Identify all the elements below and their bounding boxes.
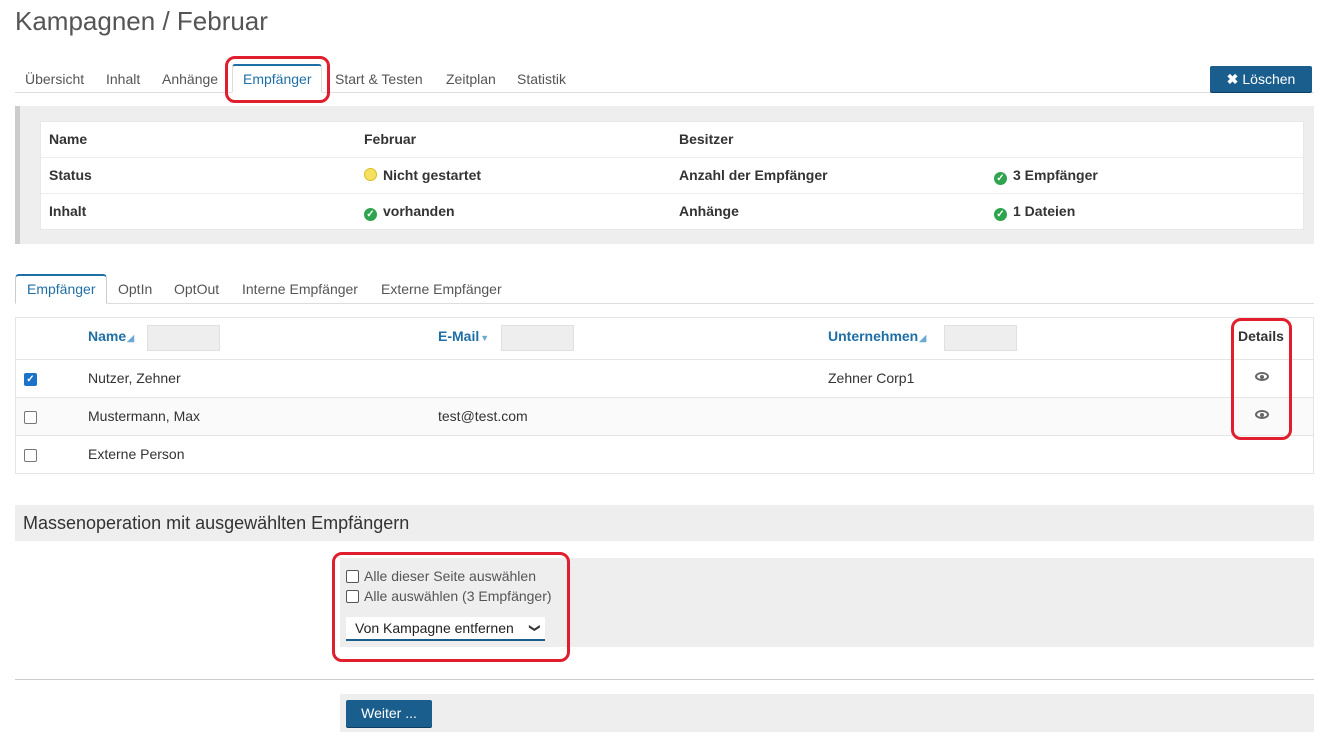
attachments-value: ✓ 1 Dateien: [994, 194, 1075, 229]
info-row: Inhalt ✓ vorhanden Anhänge ✓ 1 Dateien: [41, 194, 1303, 229]
column-name[interactable]: Name◢: [88, 318, 134, 359]
campaign-info-table: Name Februar Besitzer Status Nicht gesta…: [40, 121, 1304, 230]
status-label: Status: [49, 167, 92, 183]
sort-icon: ◢: [127, 333, 135, 343]
recipient-count-label: Anzahl der Empfänger: [679, 167, 828, 183]
name-filter-input[interactable]: [147, 325, 220, 351]
info-row: Status Nicht gestartet Anzahl der Empfän…: [41, 158, 1303, 194]
subtab-optout[interactable]: OptOut: [163, 274, 230, 303]
mass-operation-title: Massenoperation mit ausgewählten Empfäng…: [23, 513, 410, 533]
delete-label: Löschen: [1242, 71, 1296, 87]
divider: [15, 679, 1314, 680]
company-filter-input[interactable]: [944, 325, 1017, 351]
tab-recipients[interactable]: Empfänger: [232, 64, 323, 93]
row-checkbox[interactable]: [24, 449, 37, 462]
tab-overview[interactable]: Übersicht: [15, 64, 94, 92]
table-row: Externe Person: [16, 436, 1313, 473]
recipient-name: Nutzer, Zehner: [88, 370, 181, 386]
select-page-option[interactable]: Alle dieser Seite auswählen: [346, 567, 536, 585]
tab-schedule[interactable]: Zeitplan: [436, 64, 506, 92]
footer-panel: Weiter ...: [340, 694, 1314, 732]
status-value: Nicht gestartet: [364, 158, 481, 193]
email-filter-input[interactable]: [501, 325, 574, 351]
sort-desc-icon: ▼: [480, 333, 490, 343]
column-company[interactable]: Unternehmen◢: [828, 318, 926, 359]
tab-content[interactable]: Inhalt: [96, 64, 150, 92]
table-row: ✓ Nutzer, Zehner Zehner Corp1: [16, 360, 1313, 398]
tab-attachments[interactable]: Anhänge: [152, 64, 228, 92]
mass-operation-header: Massenoperation mit ausgewählten Empfäng…: [15, 505, 1314, 541]
recipients-table: Name◢ E-Mail▼ Unternehmen◢ Details ✓ Nut…: [15, 317, 1314, 474]
sort-icon: ◢: [919, 333, 927, 343]
name-value: Februar: [364, 131, 417, 147]
subtab-internal[interactable]: Interne Empfänger: [231, 274, 369, 303]
row-checkbox[interactable]: ✓: [24, 373, 37, 386]
name-label: Name: [49, 131, 88, 147]
recipient-company: Zehner Corp1: [828, 370, 915, 386]
row-checkbox[interactable]: [24, 411, 37, 424]
campaign-info-panel: Name Februar Besitzer Status Nicht gesta…: [15, 106, 1314, 244]
content-value: ✓ vorhanden: [364, 194, 455, 229]
table-row: Mustermann, Max test@test.com: [16, 398, 1313, 436]
eye-icon[interactable]: [1255, 410, 1269, 419]
delete-button[interactable]: ✖ Löschen: [1210, 66, 1312, 92]
close-icon: ✖: [1226, 71, 1239, 87]
mass-operation-panel: Alle dieser Seite auswählen Alle auswähl…: [340, 558, 1314, 647]
eye-icon[interactable]: [1255, 372, 1269, 381]
subtab-external[interactable]: Externe Empfänger: [370, 274, 513, 303]
tab-start-test[interactable]: Start & Testen: [325, 64, 433, 92]
recipient-name: Externe Person: [88, 446, 185, 462]
subtab-optin[interactable]: OptIn: [107, 274, 163, 303]
check-circle-icon: ✓: [994, 208, 1007, 221]
subtab-recipients[interactable]: Empfänger: [15, 274, 108, 304]
tab-statistics[interactable]: Statistik: [507, 64, 576, 92]
info-row: Name Februar Besitzer: [41, 122, 1303, 158]
select-page-checkbox[interactable]: [346, 570, 359, 583]
recipient-subtabs: Empfänger OptIn OptOut Interne Empfänger…: [15, 274, 1314, 304]
check-circle-icon: ✓: [364, 208, 377, 221]
status-pending-icon: [364, 168, 377, 181]
recipient-email: test@test.com: [438, 408, 528, 424]
attachments-label: Anhänge: [679, 203, 739, 219]
operation-select[interactable]: Von Kampagne entfernen ❯: [346, 617, 545, 641]
content-label: Inhalt: [49, 203, 87, 219]
chevron-down-icon: ❯: [528, 623, 541, 633]
select-all-checkbox[interactable]: [346, 590, 359, 603]
recipient-count-value: ✓ 3 Empfänger: [994, 158, 1098, 193]
main-tabs: Übersicht Inhalt Anhänge Empfänger Start…: [15, 64, 1314, 93]
table-header: Name◢ E-Mail▼ Unternehmen◢ Details: [16, 318, 1313, 360]
column-details: Details: [1238, 328, 1284, 344]
select-all-option[interactable]: Alle auswählen (3 Empfänger): [346, 587, 552, 605]
page-title: Kampagnen / Februar: [15, 6, 268, 36]
recipient-name: Mustermann, Max: [88, 408, 201, 424]
column-email[interactable]: E-Mail▼: [438, 318, 489, 359]
check-circle-icon: ✓: [994, 172, 1007, 185]
next-button[interactable]: Weiter ...: [346, 700, 432, 727]
owner-label: Besitzer: [679, 131, 734, 147]
